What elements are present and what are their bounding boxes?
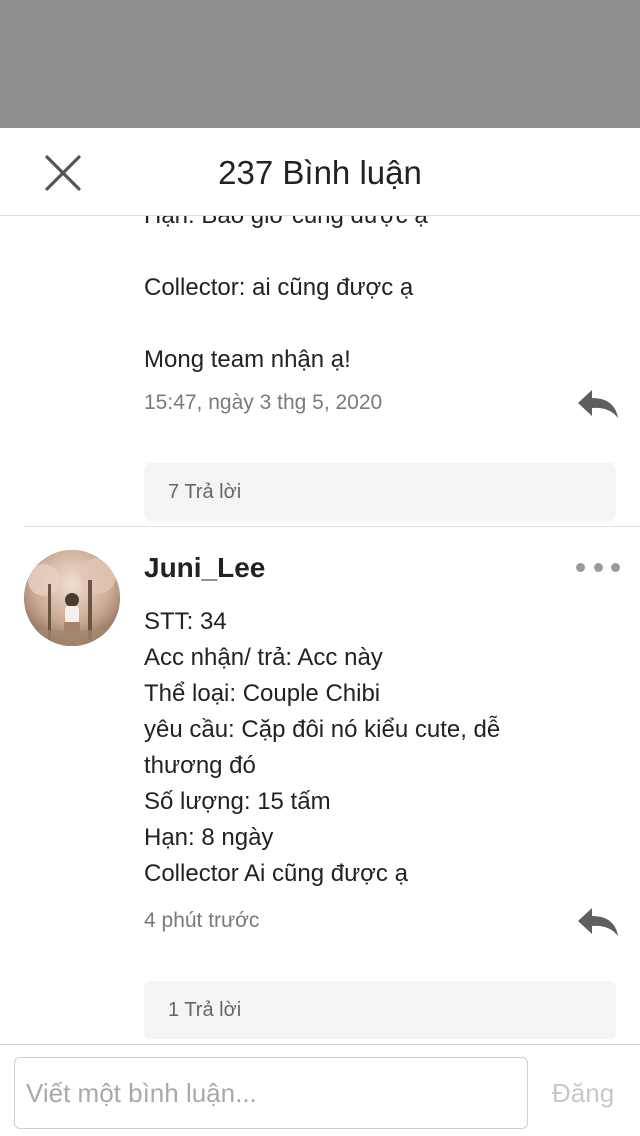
comment-line: Thể loại: Couple Chibi bbox=[144, 680, 381, 707]
comment-line: STT: 34 bbox=[144, 608, 227, 635]
sheet-header: 237 Bình luận bbox=[0, 128, 640, 216]
post-button[interactable]: Đăng bbox=[552, 1065, 614, 1121]
comment-line bbox=[144, 306, 584, 342]
more-dots-icon bbox=[593, 562, 603, 572]
avatar[interactable] bbox=[24, 550, 120, 646]
view-replies-button[interactable]: 1 Trả lời bbox=[144, 981, 616, 1039]
comment-input[interactable] bbox=[14, 1057, 528, 1129]
comment-line: Hạn: Bao giờ cũng được ạ bbox=[144, 216, 584, 234]
reply-button[interactable] bbox=[576, 388, 620, 420]
comment-line: Collector Ai cũng được ạ bbox=[144, 860, 408, 887]
comment-line: Mong team nhận ạ! bbox=[144, 346, 351, 373]
comment-line: yêu cầu: Cặp đôi nó kiểu cute, dễ bbox=[144, 716, 501, 743]
comment-line: Hạn: 8 ngày bbox=[144, 824, 274, 851]
reply-button[interactable] bbox=[576, 906, 620, 938]
comment-item: Juni_Lee STT: 34 Acc nhận/ trả: Acc này … bbox=[0, 526, 640, 1044]
comments-sheet: 237 Bình luận Hạn: Bao giờ cũng được ạ C… bbox=[0, 128, 640, 1136]
reply-arrow-icon bbox=[578, 908, 618, 936]
avatar-image bbox=[24, 550, 120, 646]
comment-username[interactable]: Juni_Lee bbox=[144, 548, 265, 588]
comment-body: Hạn: Bao giờ cũng được ạ Collector: ai c… bbox=[144, 216, 584, 378]
comment-list[interactable]: Hạn: Bao giờ cũng được ạ Collector: ai c… bbox=[0, 216, 640, 1044]
comment-timestamp: 15:47, ngày 3 thg 5, 2020 bbox=[144, 391, 383, 414]
comment-line bbox=[144, 234, 584, 270]
more-options-button[interactable] bbox=[576, 556, 620, 578]
more-dots-icon bbox=[576, 562, 585, 572]
comment-line: Số lượng: 15 tấm bbox=[144, 788, 331, 815]
reply-arrow-icon bbox=[578, 390, 618, 418]
comment-line: Acc nhận/ trả: Acc này bbox=[144, 644, 383, 671]
more-dots-icon bbox=[611, 562, 620, 572]
comment-body: STT: 34 Acc nhận/ trả: Acc này Thể loại:… bbox=[144, 604, 584, 892]
page-title: 237 Bình luận bbox=[218, 154, 422, 191]
comment-line: thương đó bbox=[144, 752, 256, 779]
view-replies-button[interactable]: 7 Trả lời bbox=[144, 463, 616, 521]
comment-timestamp: 4 phút trước bbox=[144, 909, 260, 932]
dimmed-background[interactable] bbox=[0, 0, 640, 128]
comment-composer: Đăng bbox=[0, 1044, 640, 1136]
comment-line: Collector: ai cũng được ạ bbox=[144, 274, 414, 301]
